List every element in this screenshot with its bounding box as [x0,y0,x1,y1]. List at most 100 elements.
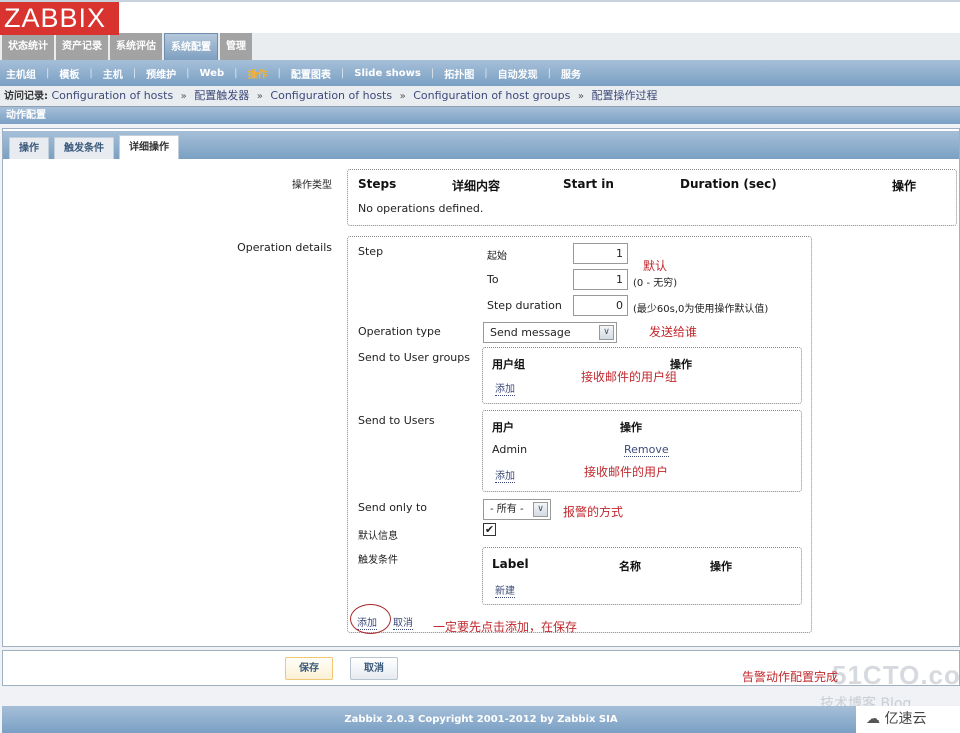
menu-separator: | [340,67,345,79]
sub-menu-web[interactable]: Web [200,68,225,79]
column-header-steps: Steps [358,177,397,191]
operation-type-select[interactable]: Send message ∨ [483,322,617,343]
column-header-user: 用户 [492,421,514,434]
highlight-circle [350,604,391,634]
menu-separator: | [132,67,137,79]
sub-menu-discovery[interactable]: 自动发现 [498,66,538,81]
annotation-alert-method: 报警的方式 [563,505,624,519]
default-message-checkbox[interactable]: ✔ [483,523,496,536]
zabbix-logo[interactable]: ZABBIX [0,2,119,35]
menu-separator: | [89,67,93,79]
top-header: ZABBIX [0,0,960,35]
conditions-table [482,547,802,605]
sub-menu-services[interactable]: 服务 [561,66,581,81]
add-user-group-link[interactable]: 添加 [495,380,515,396]
column-header-label: Label [492,557,529,571]
operation-type-value: Send message [490,326,571,339]
default-message-label: 默认信息 [358,531,398,542]
breadcrumb: 访问记录: Configuration of hosts » 配置触发器 » C… [0,86,960,106]
cloud-icon: ☁ [866,711,880,727]
operation-type-label: Operation type [358,325,441,338]
annotation-default: 默认 [643,259,668,273]
step-to-input[interactable]: 1 [573,269,628,290]
breadcrumb-separator: » [180,91,187,102]
main-menu-item-reports[interactable]: 系统评估 [110,33,162,60]
breadcrumb-separator: » [577,91,584,102]
main-menu-item-monitoring[interactable]: 状态统计 [2,33,54,60]
send-only-to-value: - 所有 - [490,504,524,515]
menu-separator: | [186,67,190,79]
menu-separator: | [277,67,281,79]
users-label: Send to Users [358,414,435,427]
step-from-input[interactable]: 1 [573,243,628,264]
send-only-to-label: Send only to [358,501,428,514]
breadcrumb-label: 访问记录: [4,91,48,102]
sub-menu: 主机组 | 模板 | 主机 | 预维护 | Web | 操作 | 配置图表 | Slide s… [0,60,960,86]
column-header-details: 详细内容 [452,179,501,193]
step-to-hint: (0 - 无穷) [633,278,678,289]
watermark-badge: ☁ 亿速云 [856,706,960,733]
user-groups-label: Send to User groups [358,351,470,364]
operation-details-label: Operation details [237,241,332,254]
footer: Zabbix 2.0.3 Copyright 2001-2012 by Zabb… [2,706,960,733]
tabs-bar: 操作 触发条件 详细操作 [3,131,959,159]
main-menu-item-configuration[interactable]: 系统配置 [164,33,218,60]
sub-menu-hosts[interactable]: 主机 [103,66,123,81]
column-header-user-group: 用户组 [492,358,525,371]
tab-operations[interactable]: 详细操作 [119,135,179,159]
step-label: Step [358,245,384,258]
operations-label: 操作类型 [292,180,332,191]
annotation-send-to-whom: 发送给谁 [649,325,698,339]
menu-separator: | [430,67,435,79]
tab-conditions[interactable]: 触发条件 [54,137,114,159]
step-from-label: 起始 [487,251,507,262]
operations-table [347,169,957,226]
send-only-to-select[interactable]: - 所有 - ∨ [483,499,551,520]
sub-menu-maps[interactable]: 拓扑图 [444,66,474,81]
chevron-down-icon: ∨ [533,502,548,517]
breadcrumb-separator: » [256,91,263,102]
column-header-duration: Duration (sec) [680,177,777,191]
menu-separator: | [234,67,238,79]
menu-separator: | [547,67,551,79]
breadcrumb-link[interactable]: Configuration of hosts [52,89,174,102]
sub-menu-screens[interactable]: 配置图表 [291,66,331,81]
user-name-cell: Admin [492,443,528,456]
breadcrumb-link[interactable]: Configuration of hosts [270,89,392,102]
step-duration-hint: (最少60s,0为使用操作默认值) [633,304,769,315]
sub-menu-host-groups[interactable]: 主机组 [6,66,36,81]
main-menu: 状态统计 资产记录 系统评估 系统配置 管理 [0,33,960,60]
column-header-action: 操作 [892,179,917,193]
cancel-button[interactable]: 取消 [350,657,398,680]
sub-menu-slide-shows[interactable]: Slide shows [354,68,421,79]
breadcrumb-link[interactable]: Configuration of host groups [413,89,570,102]
add-user-link[interactable]: 添加 [495,467,515,483]
step-to-label: To [487,273,499,286]
menu-separator: | [46,67,50,79]
annotation-recv-users: 接收邮件的用户 [584,465,669,479]
section-title: 动作配置 [0,106,960,124]
new-condition-link[interactable]: 新建 [495,582,515,598]
cancel-operation-link[interactable]: 取消 [393,614,413,630]
breadcrumb-separator: » [399,91,406,102]
save-button[interactable]: 保存 [285,657,333,680]
breadcrumb-link[interactable]: 配置操作过程 [591,89,657,102]
step-duration-input[interactable]: 0 [573,295,628,316]
remove-user-link[interactable]: Remove [624,443,669,457]
watermark-badge-text: 亿速云 [884,711,927,727]
main-menu-item-inventory[interactable]: 资产记录 [56,33,108,60]
sub-menu-templates[interactable]: 模板 [59,66,79,81]
conditions-label: 触发条件 [358,555,398,566]
menu-separator: | [484,67,488,79]
column-header-name: 名称 [619,560,641,573]
sub-menu-actions[interactable]: 操作 [248,66,268,81]
sub-menu-maintenance[interactable]: 预维护 [146,66,176,81]
main-menu-item-administration[interactable]: 管理 [220,33,252,60]
breadcrumb-link[interactable]: 配置触发器 [194,89,249,102]
tab-action[interactable]: 操作 [9,137,49,159]
column-header-action: 操作 [710,560,732,573]
annotation-recv-groups: 接收邮件的用户组 [581,370,678,384]
column-header-action: 操作 [620,421,642,434]
chevron-down-icon: ∨ [599,325,614,340]
step-duration-label: Step duration [487,299,562,312]
